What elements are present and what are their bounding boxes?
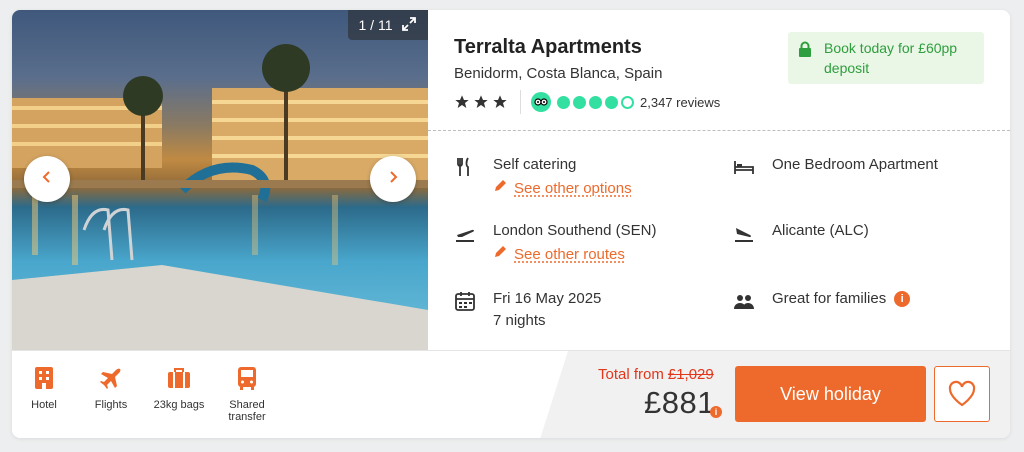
see-other-options-link[interactable]: See other options	[493, 179, 632, 197]
dashed-divider	[428, 130, 1010, 131]
hotel-name[interactable]: Terralta Apartments	[454, 36, 642, 59]
total-from: Total from £1,029	[598, 366, 714, 383]
takeoff-icon	[454, 222, 476, 244]
price-info-glyph: i	[710, 406, 722, 418]
tripadvisor-owl-icon	[531, 92, 551, 112]
included-label: Flights	[94, 399, 128, 411]
deposit-text: Book today for £60pp deposit	[824, 40, 958, 76]
pool-scene-image	[12, 44, 428, 350]
room-label: One Bedroom Apartment	[772, 156, 938, 173]
view-holiday-button[interactable]: View holiday	[735, 366, 926, 422]
arrival-airport: Alicante (ALC)	[772, 222, 869, 239]
price: £881	[644, 385, 715, 420]
old-price: £1,029	[667, 366, 714, 383]
included-label: 23kg bags	[153, 399, 205, 411]
included-item-flights: Flights	[81, 365, 141, 411]
rating-bubble-full	[605, 95, 618, 109]
rating-bubble-empty	[621, 95, 634, 109]
see-other-routes-link[interactable]: See other routes	[493, 245, 625, 263]
rating-bubble-full	[589, 95, 602, 109]
star-icon	[474, 95, 488, 108]
heart-icon	[948, 380, 976, 407]
departure-date: Fri 16 May 2025	[493, 290, 602, 307]
pencil-icon	[493, 179, 507, 197]
rating-divider	[520, 90, 521, 114]
total-from-label: Total from	[598, 366, 664, 383]
included-item-hotel: Hotel	[14, 365, 74, 411]
see-other-routes-text: See other routes	[514, 245, 625, 263]
included-item-bags: 23kg bags	[149, 365, 209, 411]
hotel-icon	[35, 367, 53, 389]
departure-airport: London Southend (SEN)	[493, 222, 657, 239]
chevron-right-icon	[386, 170, 400, 189]
pencil-icon	[493, 245, 507, 263]
board-label: Self catering	[493, 156, 577, 173]
bed-icon	[733, 156, 755, 178]
info-icon[interactable]: i	[894, 291, 911, 307]
star-icon	[455, 95, 469, 108]
lock-icon	[798, 41, 812, 62]
plane-icon	[100, 368, 121, 389]
rating-bubble-full	[573, 95, 586, 109]
family-label: Great for families	[772, 290, 887, 307]
rating-bubble-full	[557, 95, 570, 109]
hotel-photo[interactable]: 1 / 11	[12, 10, 428, 350]
counter-separator: /	[370, 17, 375, 33]
next-photo-button[interactable]	[370, 156, 416, 202]
expand-icon[interactable]	[401, 16, 417, 35]
chevron-left-icon	[40, 170, 54, 189]
deposit-banner: Book today for £60pp deposit	[788, 32, 984, 84]
star-icon	[493, 95, 507, 108]
tripadvisor-bubbles	[557, 95, 634, 109]
included-item-transfer: Shared transfer	[217, 365, 277, 423]
price-info-icon[interactable]: i	[710, 403, 722, 421]
hotel-location: Benidorm, Costa Blanca, Spain	[454, 65, 663, 82]
family-icon	[733, 290, 755, 312]
favourite-button[interactable]	[934, 366, 990, 422]
bus-icon	[238, 367, 256, 390]
see-other-options-text: See other options	[514, 179, 632, 197]
nights-count: 7 nights	[493, 312, 546, 329]
star-rating	[454, 94, 508, 110]
counter-total: 11	[377, 17, 393, 33]
counter-current: 1	[358, 17, 367, 33]
rating-row: 2,347 reviews	[454, 90, 720, 114]
included-label: Shared transfer	[228, 399, 266, 423]
landing-icon	[733, 222, 755, 244]
included-label: Hotel	[31, 399, 57, 411]
cutlery-icon	[454, 156, 476, 178]
luggage-icon	[168, 368, 190, 388]
gallery-counter: 1 / 11	[348, 10, 428, 40]
holiday-card: 1 / 11 Terralta Apartments Benidorm, Cos…	[12, 10, 1010, 438]
previous-photo-button[interactable]	[24, 156, 70, 202]
calendar-icon	[454, 290, 476, 312]
reviews-count[interactable]: 2,347 reviews	[640, 95, 720, 110]
